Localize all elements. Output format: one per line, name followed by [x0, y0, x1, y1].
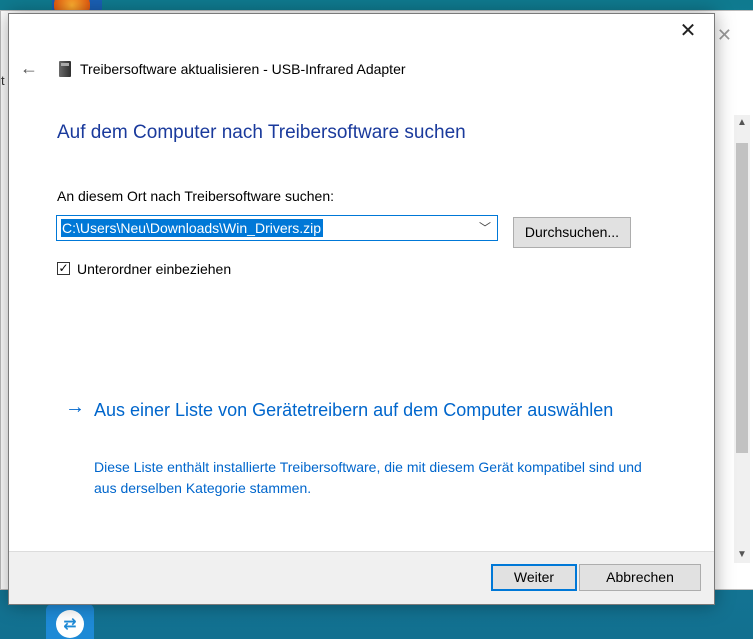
chevron-down-icon[interactable]: ﹀ — [479, 219, 491, 236]
page-heading: Auf dem Computer nach Treibersoftware su… — [57, 122, 466, 143]
background-window-text: t — [1, 73, 5, 88]
cancel-button[interactable]: Abbrechen — [579, 564, 701, 591]
dialog-footer: Weiter Abbrechen — [9, 551, 714, 604]
usb-device-icon — [59, 61, 71, 77]
path-combobox[interactable]: C:\Users\Neu\Downloads\Win_Drivers.zip ﹀ — [56, 215, 498, 241]
update-driver-dialog: ✕ ← Treibersoftware aktualisieren - USB-… — [8, 13, 715, 605]
scroll-thumb[interactable] — [736, 143, 748, 453]
scroll-down-icon[interactable]: ▼ — [734, 547, 750, 563]
dialog-title: Treibersoftware aktualisieren - USB-Infr… — [80, 61, 406, 77]
back-arrow-icon[interactable]: ← — [17, 56, 41, 80]
next-button[interactable]: Weiter — [491, 564, 577, 591]
close-button[interactable]: ✕ — [668, 16, 708, 46]
scroll-up-icon[interactable]: ▲ — [734, 115, 750, 131]
teamviewer-icon[interactable]: ⇄ — [46, 604, 94, 639]
arrow-right-icon[interactable]: → — [65, 396, 85, 418]
path-input-value[interactable]: C:\Users\Neu\Downloads\Win_Drivers.zip — [61, 219, 324, 237]
pick-from-list-description: Diese Liste enthält installierte Treiber… — [94, 459, 642, 496]
path-label: An diesem Ort nach Treibersoftware suche… — [57, 188, 335, 204]
include-subfolders-checkbox[interactable]: ✓ — [57, 262, 70, 275]
background-scrollbar[interactable]: ▲ ▼ — [734, 115, 750, 563]
pick-from-list-title[interactable]: Aus einer Liste von Gerätetreibern auf d… — [94, 396, 614, 424]
browse-button[interactable]: Durchsuchen... — [513, 217, 631, 248]
teamviewer-icon-arrows: ⇄ — [63, 616, 77, 633]
include-subfolders-label[interactable]: Unterordner einbeziehen — [77, 261, 231, 277]
background-close-icon[interactable]: ✕ — [717, 25, 732, 46]
